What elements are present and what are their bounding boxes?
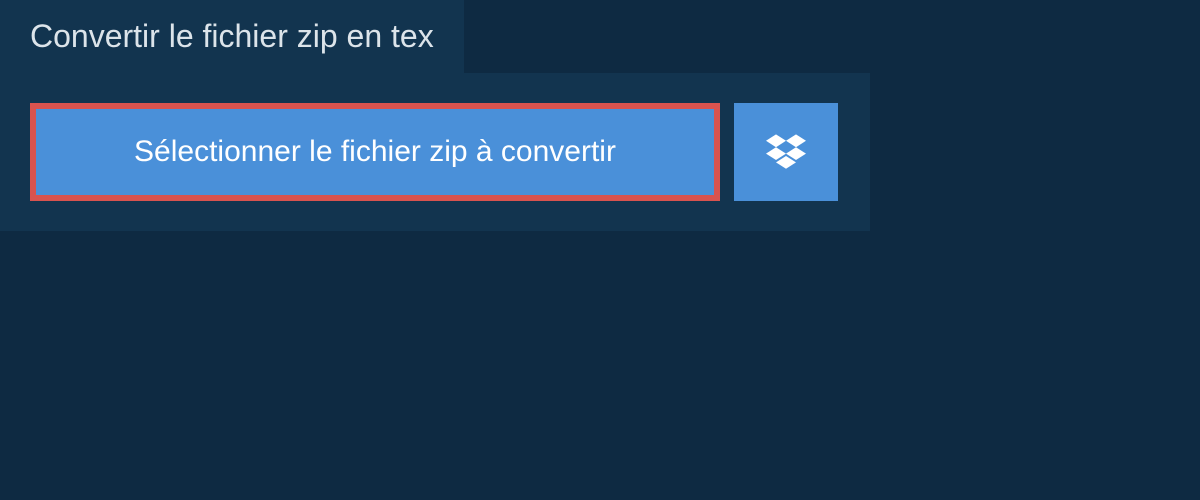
tab-header[interactable]: Convertir le fichier zip en tex bbox=[0, 0, 464, 73]
dropbox-icon bbox=[766, 134, 806, 170]
tab-title: Convertir le fichier zip en tex bbox=[30, 18, 434, 54]
button-row: Sélectionner le fichier zip à convertir bbox=[30, 103, 840, 201]
conversion-panel: Sélectionner le fichier zip à convertir bbox=[0, 73, 870, 231]
select-file-label: Sélectionner le fichier zip à convertir bbox=[134, 135, 616, 168]
dropbox-button[interactable] bbox=[734, 103, 838, 201]
select-file-button[interactable]: Sélectionner le fichier zip à convertir bbox=[30, 103, 720, 201]
